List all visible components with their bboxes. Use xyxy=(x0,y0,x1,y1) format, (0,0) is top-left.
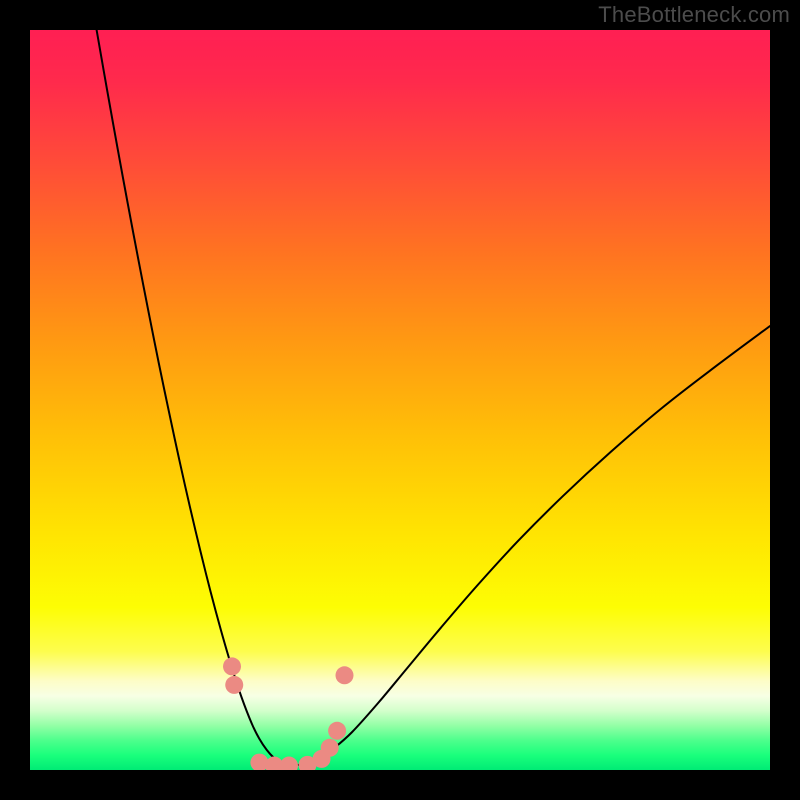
marker-dot xyxy=(223,657,241,675)
marker-dot xyxy=(328,722,346,740)
marker-dot xyxy=(321,739,339,757)
plot-area xyxy=(30,30,770,770)
gradient-background xyxy=(30,30,770,770)
chart-frame: TheBottleneck.com xyxy=(0,0,800,800)
chart-svg xyxy=(30,30,770,770)
marker-dot xyxy=(225,676,243,694)
marker-dot xyxy=(336,666,354,684)
watermark-label: TheBottleneck.com xyxy=(598,2,790,28)
